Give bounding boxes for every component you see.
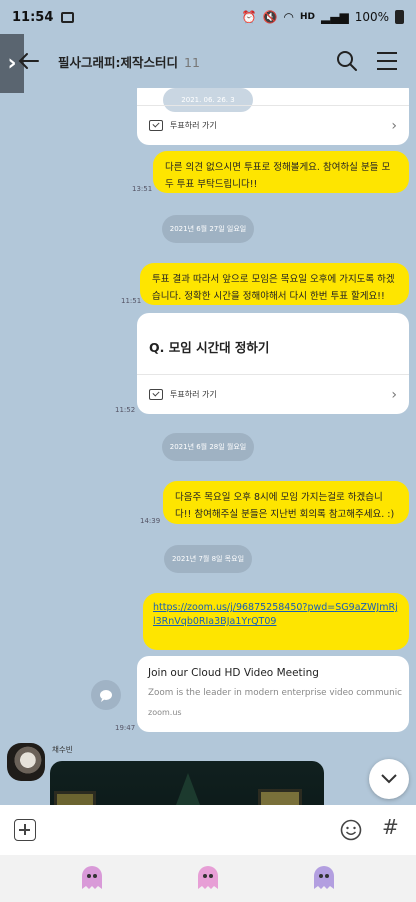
sender-avatar[interactable] xyxy=(7,743,45,781)
my-message-bubble[interactable]: 다른 의견 없으시면 투표로 정해볼게요. 참여하실 분들 모두 투표 부탁드립… xyxy=(153,151,409,193)
vote-icon xyxy=(149,120,163,131)
share-button[interactable] xyxy=(91,680,121,710)
vote-icon xyxy=(149,389,163,400)
link-preview-description: Zoom is the leader in modern enterprise … xyxy=(148,688,402,698)
date-divider: 2021년 7월 8일 목요일 xyxy=(164,545,252,573)
message-time: 13:51 xyxy=(132,185,153,193)
my-message-bubble[interactable]: 투표 결과 따라서 앞으로 모임은 목요일 오후에 가지도록 하겠습니다. 정확… xyxy=(140,263,409,305)
battery-percent: 100% xyxy=(354,10,389,24)
vote-card[interactable]: Q. 모임 시간대 정하기 투표하러 가기 › xyxy=(137,313,409,414)
message-input[interactable] xyxy=(50,813,330,847)
photo-window xyxy=(258,789,302,805)
vote-card-footer[interactable]: 투표하러 가기 › xyxy=(137,105,409,145)
chevron-right-icon: › xyxy=(391,387,397,403)
chevron-down-icon xyxy=(381,774,397,784)
battery-icon xyxy=(395,10,404,24)
chat-name: 필사그래피:제작스터디 xyxy=(58,55,178,70)
message-time: 11:52 xyxy=(115,406,136,414)
status-time: 11:54 xyxy=(12,9,54,25)
date-divider: 2021년 6월 28일 월요일 xyxy=(162,433,254,461)
photo-message[interactable] xyxy=(50,761,324,805)
vote-card[interactable]: 2021. 06. 26. 3 투표하러 가기 › xyxy=(137,88,409,145)
ghost-sticker-icon[interactable] xyxy=(312,865,336,891)
back-arrow-icon[interactable] xyxy=(16,48,42,74)
attach-plus-icon[interactable] xyxy=(14,819,36,841)
message-input-bar: # xyxy=(0,805,416,855)
menu-icon[interactable] xyxy=(376,51,398,71)
my-link-bubble[interactable]: https://zoom.us/j/96875258450?pwd=SG9aZW… xyxy=(143,593,409,650)
vote-link-label: 투표하러 가기 xyxy=(170,390,217,399)
network-label: HD xyxy=(299,12,315,22)
scroll-to-bottom-button[interactable] xyxy=(369,759,409,799)
gallery-notification-icon xyxy=(61,11,75,23)
mute-icon: 🔇 xyxy=(262,10,278,24)
link-preview-card[interactable]: Join our Cloud HD Video Meeting Zoom is … xyxy=(137,656,409,732)
status-icons: ⏰ 🔇 ◠ HD ▂▄▆ 100% xyxy=(242,10,404,24)
ghost-sticker-icon[interactable] xyxy=(196,865,220,891)
photo-window xyxy=(54,791,96,805)
photo-tree xyxy=(170,773,206,805)
signal-icon: ▂▄▆ xyxy=(321,10,349,24)
member-count: 11 xyxy=(184,55,200,70)
alarm-icon: ⏰ xyxy=(241,10,257,24)
my-message-bubble[interactable]: 다음주 목요일 오후 8시에 모임 가지는걸로 하겠습니다!! 참여해주실 분들… xyxy=(163,481,409,524)
vote-link-label: 투표하러 가기 xyxy=(170,121,217,130)
message-list[interactable]: 2021. 06. 26. 3 투표하러 가기 › 13:51 다른 의견 없으… xyxy=(0,88,416,805)
status-bar: 11:54 ⏰ 🔇 ◠ HD ▂▄▆ 100% xyxy=(0,0,416,34)
sticker-bar xyxy=(0,855,416,902)
chat-title: 필사그래피:제작스터디 11 xyxy=(58,52,200,71)
vote-card-footer[interactable]: 투표하러 가기 › xyxy=(137,374,409,414)
sender-name: 채수빈 xyxy=(52,745,73,754)
date-divider: 2021년 6월 27일 일요일 xyxy=(162,215,254,243)
vote-card-title: Q. 모임 시간대 정하기 xyxy=(149,340,270,355)
message-time: 19:47 xyxy=(115,724,136,732)
wifi-icon: ◠ xyxy=(283,10,294,24)
chat-header: › 필사그래피:제작스터디 11 xyxy=(0,34,416,93)
chevron-right-icon: › xyxy=(391,118,397,134)
message-time: 11:51 xyxy=(121,297,142,305)
link-preview-domain: zoom.us xyxy=(148,708,182,717)
hashtag-icon[interactable]: # xyxy=(382,815,399,839)
emoji-icon[interactable] xyxy=(340,819,362,841)
ghost-sticker-icon[interactable] xyxy=(80,865,104,891)
speech-bubble-icon xyxy=(100,689,112,702)
zoom-link[interactable]: https://zoom.us/j/96875258450?pwd=SG9aZW… xyxy=(153,602,398,627)
search-icon[interactable] xyxy=(336,50,358,72)
message-time: 14:39 xyxy=(140,517,161,525)
link-preview-title: Join our Cloud HD Video Meeting xyxy=(148,667,319,679)
